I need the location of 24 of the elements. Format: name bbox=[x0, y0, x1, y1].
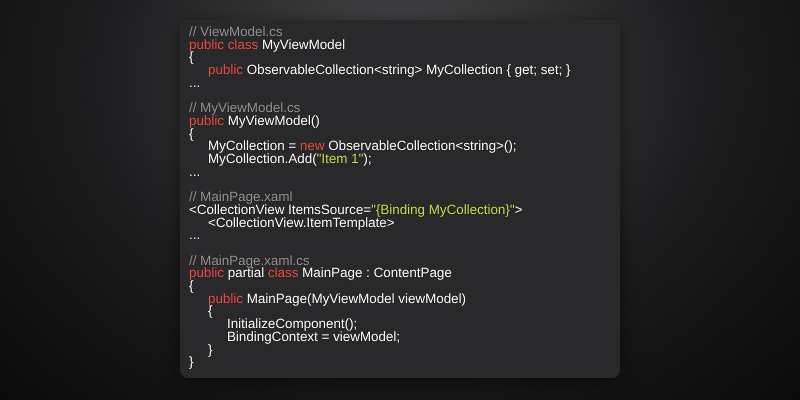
code-line: } bbox=[189, 356, 194, 369]
code-line: // MyViewModel.cs bbox=[189, 102, 300, 115]
code-line: // MainPage.xaml bbox=[189, 191, 292, 204]
code-line: public ObservableCollection<string> MyCollection { get; set; } bbox=[208, 64, 570, 77]
code-line: <CollectionView.ItemTemplate> bbox=[208, 216, 395, 230]
code-line: ... bbox=[189, 76, 200, 90]
code-line: MyCollection = new ObservableCollection<string>(); bbox=[208, 140, 517, 154]
code-line: { bbox=[189, 51, 194, 64]
code-line: BindingContext = viewModel; bbox=[227, 330, 400, 344]
code-line: // ViewModel.cs bbox=[189, 26, 283, 39]
code-line: public class MyViewModel bbox=[189, 38, 346, 52]
code-line: <CollectionView ItemsSource="{Binding MyCollection}"> bbox=[189, 204, 522, 217]
code-line: MyCollection.Add("Item 1"); bbox=[208, 153, 372, 166]
code-line: // MainPage.xaml.cs bbox=[189, 254, 310, 268]
code-line: public partial class MainPage : ContentPage bbox=[189, 267, 452, 280]
code-line: } bbox=[208, 344, 212, 356]
code-line: ... bbox=[189, 166, 200, 178]
code-line: InitializeComponent(); bbox=[227, 318, 358, 331]
code-line: { bbox=[189, 128, 194, 140]
code-line: ... bbox=[189, 229, 200, 242]
code-line: { bbox=[208, 305, 212, 318]
code-line: { bbox=[189, 280, 194, 293]
code-line: public MainPage(MyViewModel viewModel) bbox=[208, 292, 466, 306]
code-line: public MyViewModel() bbox=[189, 114, 320, 128]
